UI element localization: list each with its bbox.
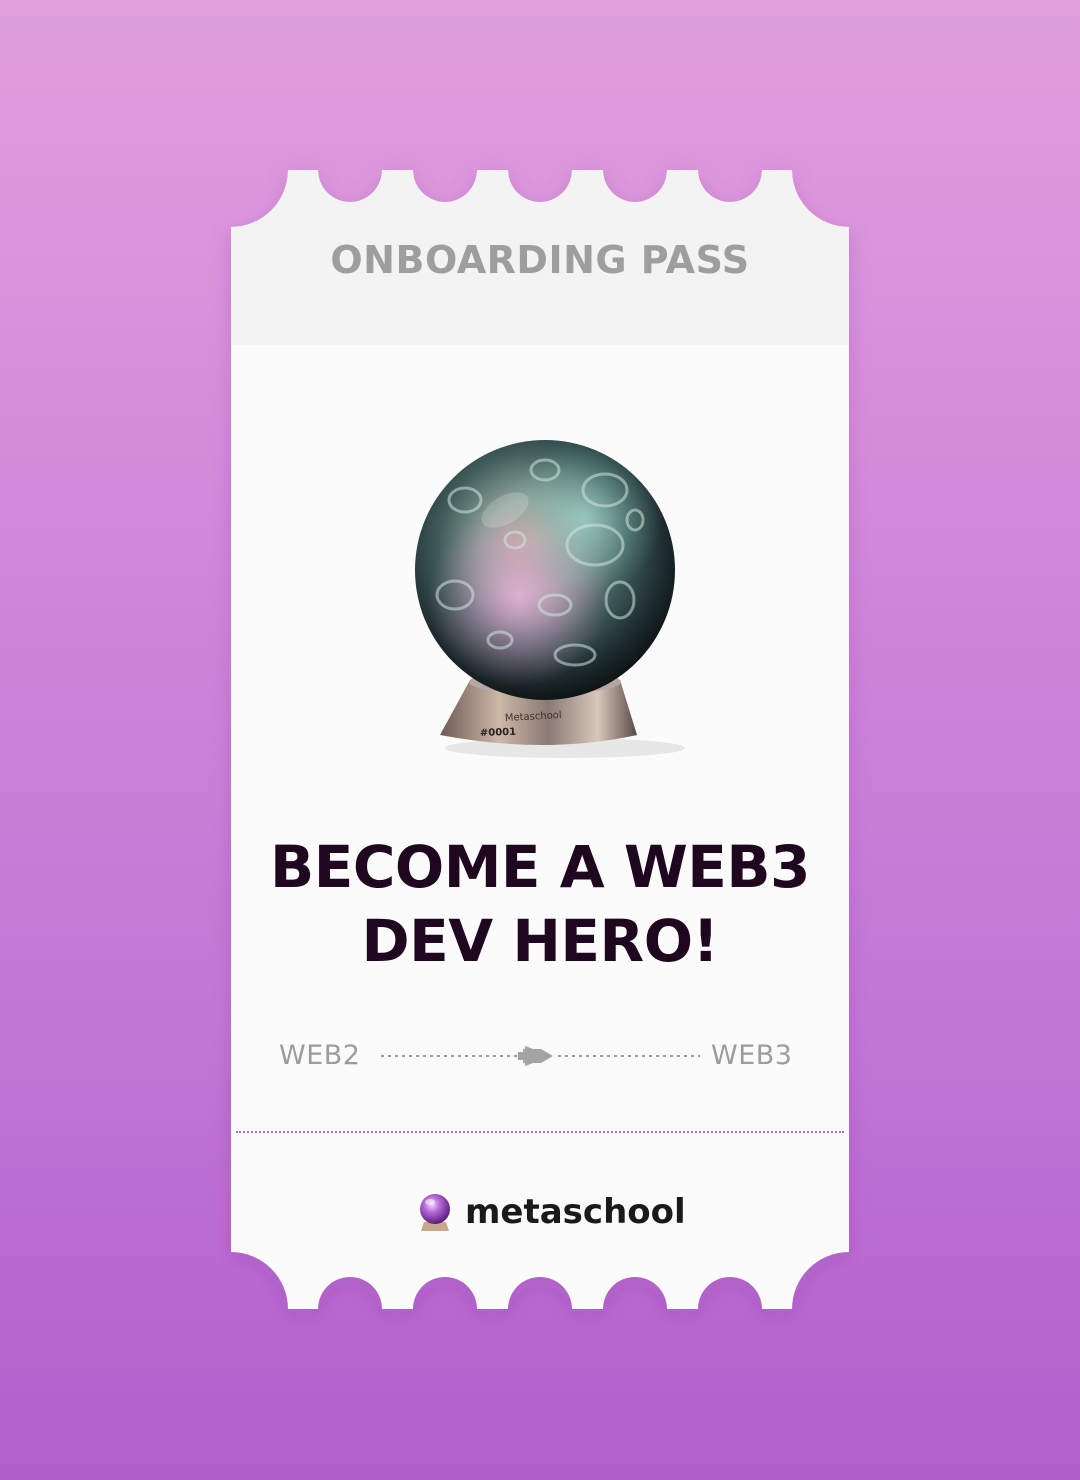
brand-name: metaschool [465,1192,686,1232]
route-origin-label: WEB2 [279,1040,361,1071]
hero-headline: BECOME A WEB3 DEV HERO! [231,830,849,978]
route-dotted-path [381,1046,700,1066]
hero-headline-line-2: DEV HERO! [361,907,719,975]
ticket-header-title: ONBOARDING PASS [330,238,750,282]
rocket-icon [518,1046,553,1066]
brand-footer: metaschool [415,1188,686,1236]
crystal-ball-trophy-image: Metaschool #0001 [415,440,685,758]
onboarding-pass-ticket: ONBOARDING PASS Metaschool #0001 BECOME … [0,0,1080,1480]
hero-headline-line-1: BECOME A WEB3 [270,833,810,901]
orb-stand-number: #0001 [480,727,517,739]
crystal-ball-icon [420,1194,450,1231]
route-destination-label: WEB3 [711,1040,793,1071]
perforation-line [236,1131,844,1133]
